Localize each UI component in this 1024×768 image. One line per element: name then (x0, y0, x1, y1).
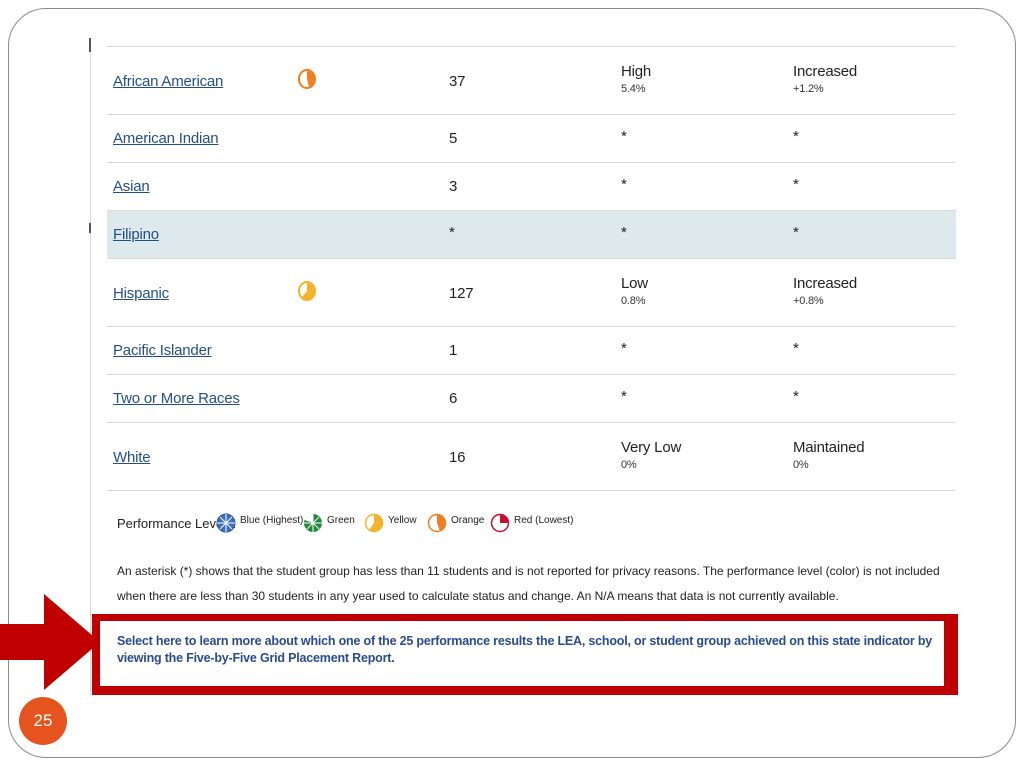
group-count: 1 (449, 342, 458, 359)
table-row: American Indian 5 * * (107, 115, 956, 163)
table-row: Pacific Islander 1 * * (107, 327, 956, 375)
legend-item-label: Yellow (388, 515, 417, 526)
status-cell: Very Low 0% (621, 439, 681, 471)
legend-item-label: Red (Lowest) (514, 515, 574, 526)
legend-item-label: Orange (451, 515, 485, 526)
legend-item-label: Blue (Highest) (240, 515, 304, 526)
red-arrow-icon (0, 594, 100, 690)
group-link-white[interactable]: White (113, 449, 151, 466)
scroll-marker (89, 223, 91, 233)
change-percent: 0% (793, 459, 809, 471)
group-link-asian[interactable]: Asian (113, 178, 150, 195)
status-cell: * (621, 128, 627, 145)
status-level: High (621, 63, 652, 80)
table-row: African American 37 High 5.4% Increased … (107, 47, 956, 115)
yellow-gauge-icon (298, 280, 316, 302)
group-link-pacific-islander[interactable]: Pacific Islander (113, 342, 212, 359)
change-level: Maintained (793, 439, 865, 456)
status-cell: * (621, 340, 627, 357)
table-row: Asian 3 * * (107, 163, 956, 211)
orange-gauge-icon (427, 513, 447, 533)
change-level: Increased (793, 63, 858, 80)
group-count: * (449, 224, 455, 241)
status-level: Very Low (621, 439, 682, 456)
group-count: 127 (449, 285, 474, 302)
status-cell: High 5.4% (621, 63, 651, 95)
scroll-marker (89, 38, 91, 52)
status-cell: * (621, 388, 627, 405)
change-cell: * (793, 224, 799, 241)
change-cell: Increased +0.8% (793, 275, 857, 307)
status-cell: * (621, 224, 627, 241)
change-percent: +0.8% (793, 295, 824, 307)
table-row: White 16 Very Low 0% Maintained 0% (107, 423, 956, 491)
status-cell: * (621, 176, 627, 193)
five-by-five-callout[interactable]: Select here to learn more about which on… (100, 621, 944, 686)
change-cell: * (793, 176, 799, 193)
group-link-american-indian[interactable]: American Indian (113, 130, 219, 147)
table-row: Hispanic 127 Low 0.8% Increased +0.8% (107, 259, 956, 327)
red-gauge-icon (490, 513, 510, 533)
group-count: 6 (449, 390, 458, 407)
green-gauge-icon (304, 514, 322, 532)
status-percent: 0.8% (621, 295, 646, 307)
status-percent: 5.4% (621, 83, 646, 95)
orange-gauge-icon (298, 68, 316, 90)
change-cell: * (793, 340, 799, 357)
performance-legend: Performance Levels: Blue (Highest) Green… (117, 506, 947, 540)
table-row: Two or More Races 6 * * (107, 375, 956, 423)
student-group-table: African American 37 High 5.4% Increased … (107, 46, 956, 491)
change-cell: Maintained 0% (793, 439, 865, 471)
change-cell: * (793, 388, 799, 405)
status-percent: 0% (621, 459, 637, 471)
group-link-african-american[interactable]: African American (113, 73, 223, 90)
asterisk-note: An asterisk (*) shows that the student g… (117, 564, 940, 603)
status-level: Low (621, 275, 648, 292)
blue-gauge-icon (216, 513, 236, 533)
change-level: Increased (793, 275, 858, 292)
change-cell: * (793, 128, 799, 145)
table-row: Filipino * * * (107, 211, 956, 259)
change-percent: +1.2% (793, 83, 824, 95)
five-by-five-link[interactable]: Select here to learn more about which on… (117, 633, 944, 667)
group-link-hispanic[interactable]: Hispanic (113, 285, 169, 302)
yellow-gauge-icon (364, 513, 384, 533)
group-link-filipino[interactable]: Filipino (113, 226, 159, 243)
group-link-two-or-more-races[interactable]: Two or More Races (113, 390, 240, 407)
status-cell: Low 0.8% (621, 275, 648, 307)
legend-item-label: Green (327, 515, 355, 526)
group-count: 5 (449, 130, 458, 147)
change-cell: Increased +1.2% (793, 63, 857, 95)
group-count: 37 (449, 73, 466, 90)
slide-number-badge: 25 (19, 697, 67, 745)
group-count: 3 (449, 178, 458, 195)
group-count: 16 (449, 449, 466, 466)
